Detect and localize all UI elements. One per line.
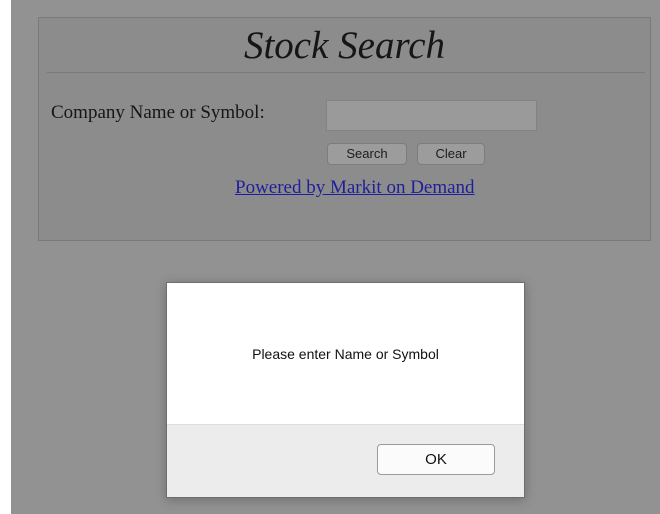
company-field-label: Company Name or Symbol:: [51, 102, 265, 123]
ok-button[interactable]: OK: [377, 444, 495, 475]
title-divider: [47, 72, 645, 73]
company-symbol-input[interactable]: [326, 100, 537, 131]
powered-by-link[interactable]: Powered by Markit on Demand: [235, 177, 475, 199]
stock-search-form: Stock Search Company Name or Symbol: Sea…: [38, 17, 651, 241]
clear-button[interactable]: Clear: [417, 143, 485, 165]
alert-message: Please enter Name or Symbol: [252, 346, 439, 362]
alert-dialog: Please enter Name or Symbol OK: [166, 282, 525, 498]
search-button[interactable]: Search: [327, 143, 407, 165]
page-title: Stock Search: [243, 24, 446, 67]
alert-footer: OK: [167, 424, 524, 497]
